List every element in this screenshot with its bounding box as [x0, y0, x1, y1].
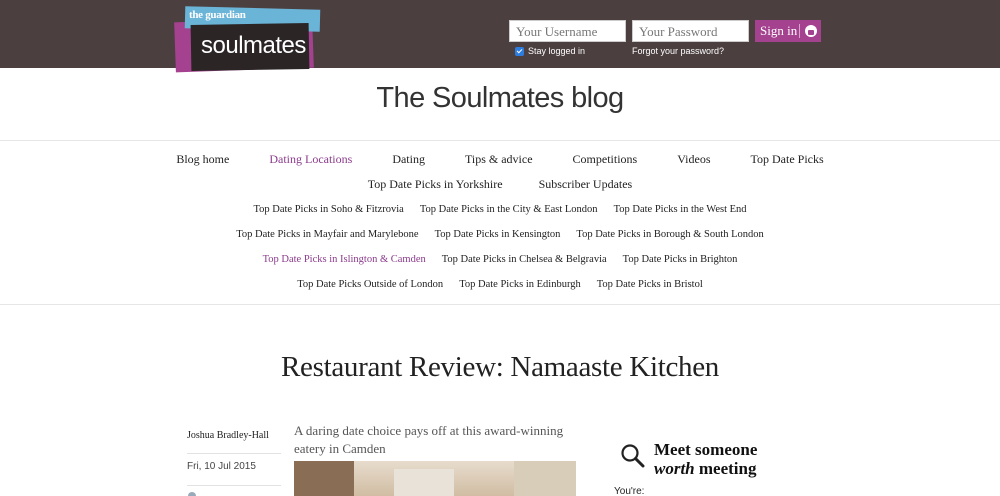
- promo-line-1: Meet someone: [654, 440, 758, 459]
- nav-top-date-picks-yorkshire[interactable]: Top Date Picks in Yorkshire: [368, 177, 503, 192]
- divider: [0, 140, 1000, 141]
- share-icon[interactable]: [188, 492, 196, 496]
- checkbox-checked-icon[interactable]: [515, 46, 524, 56]
- logo-guardian-text: the guardian: [189, 9, 246, 21]
- nav-row-subpages: Top Date Picks Outside of London Top Dat…: [0, 279, 1000, 290]
- nav-dating-locations[interactable]: Dating Locations: [269, 152, 352, 167]
- nav-west-end[interactable]: Top Date Picks in the West End: [614, 204, 747, 215]
- sign-in-button[interactable]: Sign in: [755, 20, 821, 42]
- article-standfirst: A daring date choice pays off at this aw…: [294, 423, 564, 456]
- nav-city-east-london[interactable]: Top Date Picks in the City & East London: [420, 204, 598, 215]
- meta-divider: [187, 453, 281, 454]
- nav-dating[interactable]: Dating: [392, 152, 425, 167]
- article-title: Restaurant Review: Namaaste Kitchen: [280, 351, 720, 383]
- soulmates-logo[interactable]: the guardian soulmates: [174, 6, 323, 73]
- nav-tips-advice[interactable]: Tips & advice: [465, 152, 533, 167]
- article-photo: [294, 461, 576, 496]
- nav-brighton[interactable]: Top Date Picks in Brighton: [623, 254, 738, 265]
- site-header: the guardian soulmates Your Username You…: [0, 0, 1000, 73]
- magnifier-icon: [621, 444, 645, 468]
- nav-competitions[interactable]: Competitions: [573, 152, 638, 167]
- username-input[interactable]: Your Username: [509, 20, 626, 42]
- meta-divider: [187, 485, 281, 486]
- nav-blog-home[interactable]: Blog home: [176, 152, 229, 167]
- publish-date: Fri, 10 Jul 2015: [187, 461, 256, 472]
- promo-line-2: worth meeting: [654, 459, 757, 478]
- nav-kensington[interactable]: Top Date Picks in Kensington: [435, 229, 561, 240]
- promo-line-2-rest: meeting: [694, 459, 757, 478]
- author-link[interactable]: Joshua Bradley-Hall: [187, 430, 269, 441]
- stay-logged-in-label: Stay logged in: [528, 46, 586, 56]
- nav-row-subpages: Top Date Picks in Mayfair and Marylebone…: [0, 229, 1000, 240]
- logo-soulmates-text: soulmates: [201, 32, 306, 59]
- nav-row-secondary: Top Date Picks in Yorkshire Subscriber U…: [0, 177, 1000, 192]
- lock-icon: [805, 25, 817, 37]
- button-divider: [799, 24, 800, 38]
- nav-mayfair-marylebone[interactable]: Top Date Picks in Mayfair and Marylebone: [236, 229, 418, 240]
- nav-chelsea-belgravia[interactable]: Top Date Picks in Chelsea & Belgravia: [442, 254, 607, 265]
- divider: [0, 304, 1000, 305]
- nav-videos[interactable]: Videos: [677, 152, 710, 167]
- nav-row-subpages: Top Date Picks in Soho & Fitzrovia Top D…: [0, 204, 1000, 215]
- blog-title[interactable]: The Soulmates blog: [0, 82, 1000, 115]
- nav-soho-fitzrovia[interactable]: Top Date Picks in Soho & Fitzrovia: [253, 204, 403, 215]
- password-input[interactable]: Your Password: [632, 20, 749, 42]
- nav-row-main: Blog home Dating Locations Dating Tips &…: [0, 152, 1000, 167]
- nav-borough-south-london[interactable]: Top Date Picks in Borough & South London: [576, 229, 763, 240]
- nav-islington-camden[interactable]: Top Date Picks in Islington & Camden: [263, 254, 426, 265]
- youre-label: You're:: [614, 486, 645, 496]
- nav-row-subpages: Top Date Picks in Islington & Camden Top…: [0, 254, 1000, 265]
- stay-logged-in-checkbox[interactable]: Stay logged in: [515, 46, 585, 56]
- nav-edinburgh[interactable]: Top Date Picks in Edinburgh: [459, 279, 581, 290]
- promo-emphasis: worth: [654, 459, 695, 478]
- nav-bristol[interactable]: Top Date Picks in Bristol: [597, 279, 703, 290]
- sign-in-label: Sign in: [760, 23, 798, 38]
- nav-subscriber-updates[interactable]: Subscriber Updates: [539, 177, 633, 192]
- forgot-password-link[interactable]: Forgot your password?: [632, 46, 724, 56]
- nav-outside-london[interactable]: Top Date Picks Outside of London: [297, 279, 443, 290]
- promo-heading: Meet someone worth meeting: [654, 440, 757, 478]
- nav-top-date-picks[interactable]: Top Date Picks: [751, 152, 824, 167]
